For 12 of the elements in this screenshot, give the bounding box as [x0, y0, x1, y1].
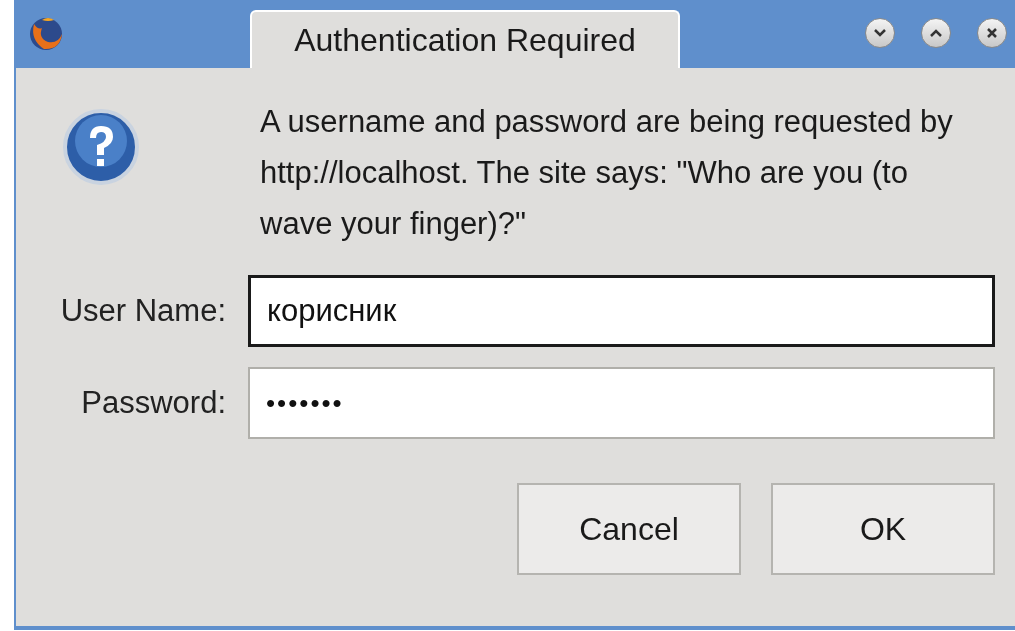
dialog-button[interactable]: OK	[771, 483, 995, 575]
minimize-icon[interactable]	[865, 18, 895, 48]
maximize-icon[interactable]	[921, 18, 951, 48]
window-title: Authentication Required	[250, 10, 680, 68]
input-field[interactable]: •••••••	[248, 367, 995, 439]
field-label: Password:	[80, 383, 227, 422]
input-field[interactable]: корисник	[248, 275, 995, 347]
question-icon	[62, 108, 140, 186]
dialog-button[interactable]: Cancel	[517, 483, 741, 575]
close-icon[interactable]	[977, 18, 1007, 48]
dialog-message: A username and password are being requested by http://localhost. The site says: "Who are you (to wave your finger)?"	[260, 103, 954, 243]
field-label: User Name:	[59, 291, 227, 330]
